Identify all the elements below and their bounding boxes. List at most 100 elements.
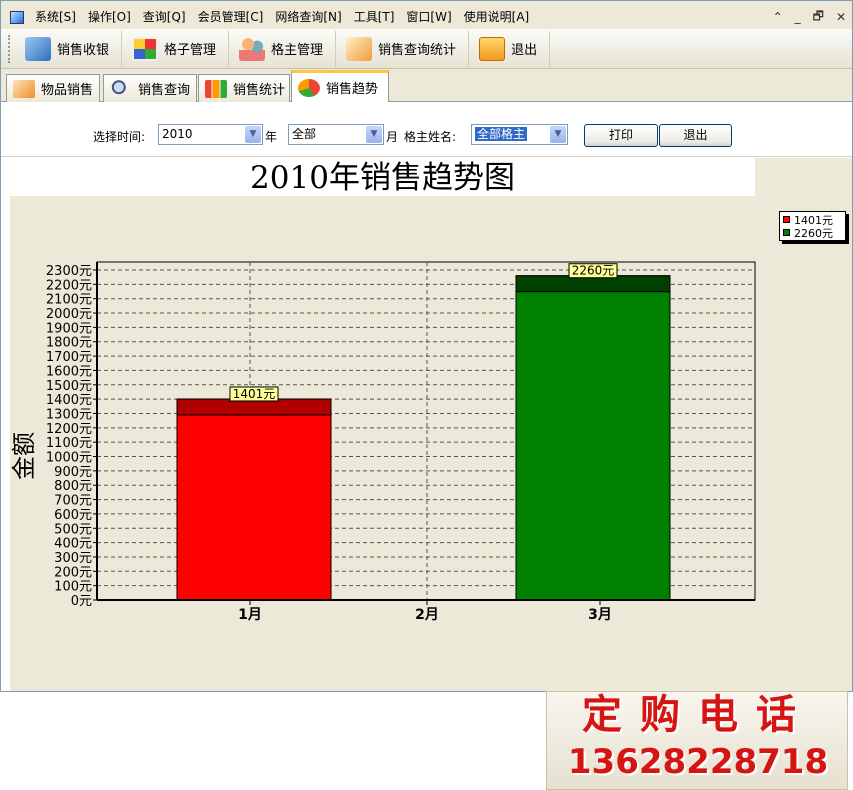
ad-phone: 13628228718 (567, 742, 829, 782)
y-tick-label: 1300元 (46, 407, 92, 422)
x-tick-label: 1月 (238, 607, 262, 623)
y-tick-label: 800元 (54, 479, 92, 494)
y-tick-label: 100元 (54, 580, 92, 595)
year-value: 2010 (162, 127, 193, 141)
menu-help[interactable]: 使用说明[A] (458, 7, 536, 27)
print-button[interactable]: 打印 (584, 124, 658, 147)
x-tick-label: 2月 (415, 607, 439, 623)
data-label: 2260元 (572, 264, 615, 278)
pie-chart-icon (298, 78, 320, 97)
main-window: 系统[S] 操作[O] 查询[Q] 会员管理[C] 网络查询[N] 工具[T] … (0, 0, 853, 790)
ad-title: 定购电话 (582, 692, 814, 738)
owner-label: 格主姓名: (404, 130, 457, 144)
y-tick-label: 1700元 (46, 350, 92, 365)
y-tick-label: 500元 (54, 522, 92, 537)
data-label: 1401元 (233, 387, 276, 401)
chevron-down-icon[interactable]: ▼ (550, 126, 566, 143)
filter-bar: 选择时间: 2010 ▼ 年 全部 ▼ 月 格主姓名: 全部格主 ▼ 打印 退出 (1, 102, 852, 157)
y-tick-label: 900元 (54, 465, 92, 480)
tab-strip: 物品销售 销售查询 销售统计 销售趋势 (1, 70, 852, 102)
tab-sales-query[interactable]: 销售查询 (103, 74, 197, 102)
month-select[interactable]: 全部 ▼ (288, 124, 384, 145)
search-icon (110, 79, 132, 98)
menu-operate[interactable]: 操作[O] (82, 7, 137, 27)
users-icon (239, 36, 266, 61)
cashier-icon (25, 36, 51, 61)
tab-sales-trend[interactable]: 销售趋势 (291, 70, 389, 102)
exit-button[interactable]: 退出 (659, 124, 732, 147)
tab-item-sales-label: 物品销售 (41, 83, 94, 98)
report-icon (346, 36, 373, 61)
y-tick-label: 0元 (71, 594, 92, 609)
y-tick-label: 1000元 (46, 451, 92, 466)
tab-content: 选择时间: 2010 ▼ 年 全部 ▼ 月 格主姓名: 全部格主 ▼ 打印 退出… (1, 102, 852, 790)
sales-checkout-button[interactable]: 销售收银 (15, 30, 123, 67)
tab-item-sales[interactable]: 物品销售 (6, 74, 100, 102)
window-controls: ⌃ _ 🗗 ✕ (773, 6, 846, 28)
y-tick-label: 300元 (54, 551, 92, 566)
minimize-icon[interactable]: _ (795, 10, 801, 24)
toolbar: 销售收银 格子管理 格主管理 销售查询统计 退出 (1, 29, 852, 69)
owner-manage-button[interactable]: 格主管理 (229, 30, 337, 67)
chevron-down-icon[interactable]: ▼ (245, 126, 261, 143)
tab-sales-stats[interactable]: 销售统计 (198, 74, 290, 102)
y-tick-label: 400元 (54, 537, 92, 552)
restore-icon[interactable]: 🗗 (813, 7, 824, 28)
grid-icon (132, 36, 159, 61)
menu-network[interactable]: 网络查询[N] (269, 7, 347, 27)
menu-query[interactable]: 查询[Q] (137, 7, 192, 27)
bar (515, 275, 671, 601)
sales-icon (13, 79, 35, 98)
y-axis-title: 金额 (10, 432, 38, 480)
year-suffix: 年 (265, 130, 278, 144)
month-value: 全部 (292, 127, 317, 141)
toolbar-grip[interactable] (8, 34, 12, 63)
sales-stats-button[interactable]: 销售查询统计 (336, 30, 470, 67)
owner-value: 全部格主 (475, 127, 528, 141)
chevron-down-icon[interactable]: ▼ (366, 126, 382, 143)
bar-chart: 金额 0元100元200元300元400元500元600元700元800元900… (10, 261, 756, 623)
y-tick-label: 1400元 (46, 393, 92, 408)
y-tick-label: 2100元 (46, 293, 92, 308)
grid-manage-button[interactable]: 格子管理 (122, 30, 230, 67)
y-tick-label: 1200元 (46, 422, 92, 437)
y-tick-label: 2300元 (46, 264, 92, 279)
menu-bar: 系统[S] 操作[O] 查询[Q] 会员管理[C] 网络查询[N] 工具[T] … (1, 6, 852, 28)
close-icon[interactable]: ✕ (836, 10, 846, 24)
toolbar-exit-label: 退出 (511, 43, 538, 58)
sales-stats-label: 销售查询统计 (378, 43, 457, 58)
time-label: 选择时间: (93, 130, 146, 144)
scroll-up-icon[interactable]: ⌃ (773, 10, 783, 24)
owner-select[interactable]: 全部格主 ▼ (471, 124, 568, 145)
y-tick-label: 2200元 (46, 278, 92, 293)
tab-sales-query-label: 销售查询 (138, 83, 191, 98)
y-tick-label: 1600元 (46, 364, 92, 379)
menu-system[interactable]: 系统[S] (29, 7, 82, 27)
y-tick-label: 1900元 (46, 321, 92, 336)
exit-icon (479, 36, 506, 61)
month-suffix: 月 (386, 130, 399, 144)
tab-sales-trend-label: 销售趋势 (326, 82, 379, 97)
bar-chart-icon (205, 79, 227, 98)
menu-member[interactable]: 会员管理[C] (192, 7, 270, 27)
y-tick-label: 1100元 (46, 436, 92, 451)
menu-tools[interactable]: 工具[T] (348, 7, 401, 27)
ad-banner[interactable]: 定购电话 13628228718 (546, 691, 848, 790)
y-tick-label: 200元 (54, 565, 92, 580)
bar (176, 398, 332, 601)
y-tick-label: 2000元 (46, 307, 92, 322)
x-tick-label: 3月 (588, 607, 612, 623)
app-icon (10, 10, 24, 24)
y-tick-label: 1500元 (46, 379, 92, 394)
owner-manage-label: 格主管理 (271, 43, 324, 58)
tab-sales-stats-label: 销售统计 (233, 83, 286, 98)
y-tick-label: 700元 (54, 494, 92, 509)
sales-checkout-label: 销售收银 (57, 43, 110, 58)
toolbar-exit-button[interactable]: 退出 (469, 30, 551, 67)
year-select[interactable]: 2010 ▼ (158, 124, 263, 145)
y-tick-label: 1800元 (46, 336, 92, 351)
chart-panel: 2010年销售趋势图 1401元 2260元 金额 0元 100元 200元 300元… (10, 158, 852, 691)
menu-window[interactable]: 窗口[W] (400, 7, 457, 27)
y-tick-label: 600元 (54, 508, 92, 523)
grid-manage-label: 格子管理 (164, 43, 217, 58)
